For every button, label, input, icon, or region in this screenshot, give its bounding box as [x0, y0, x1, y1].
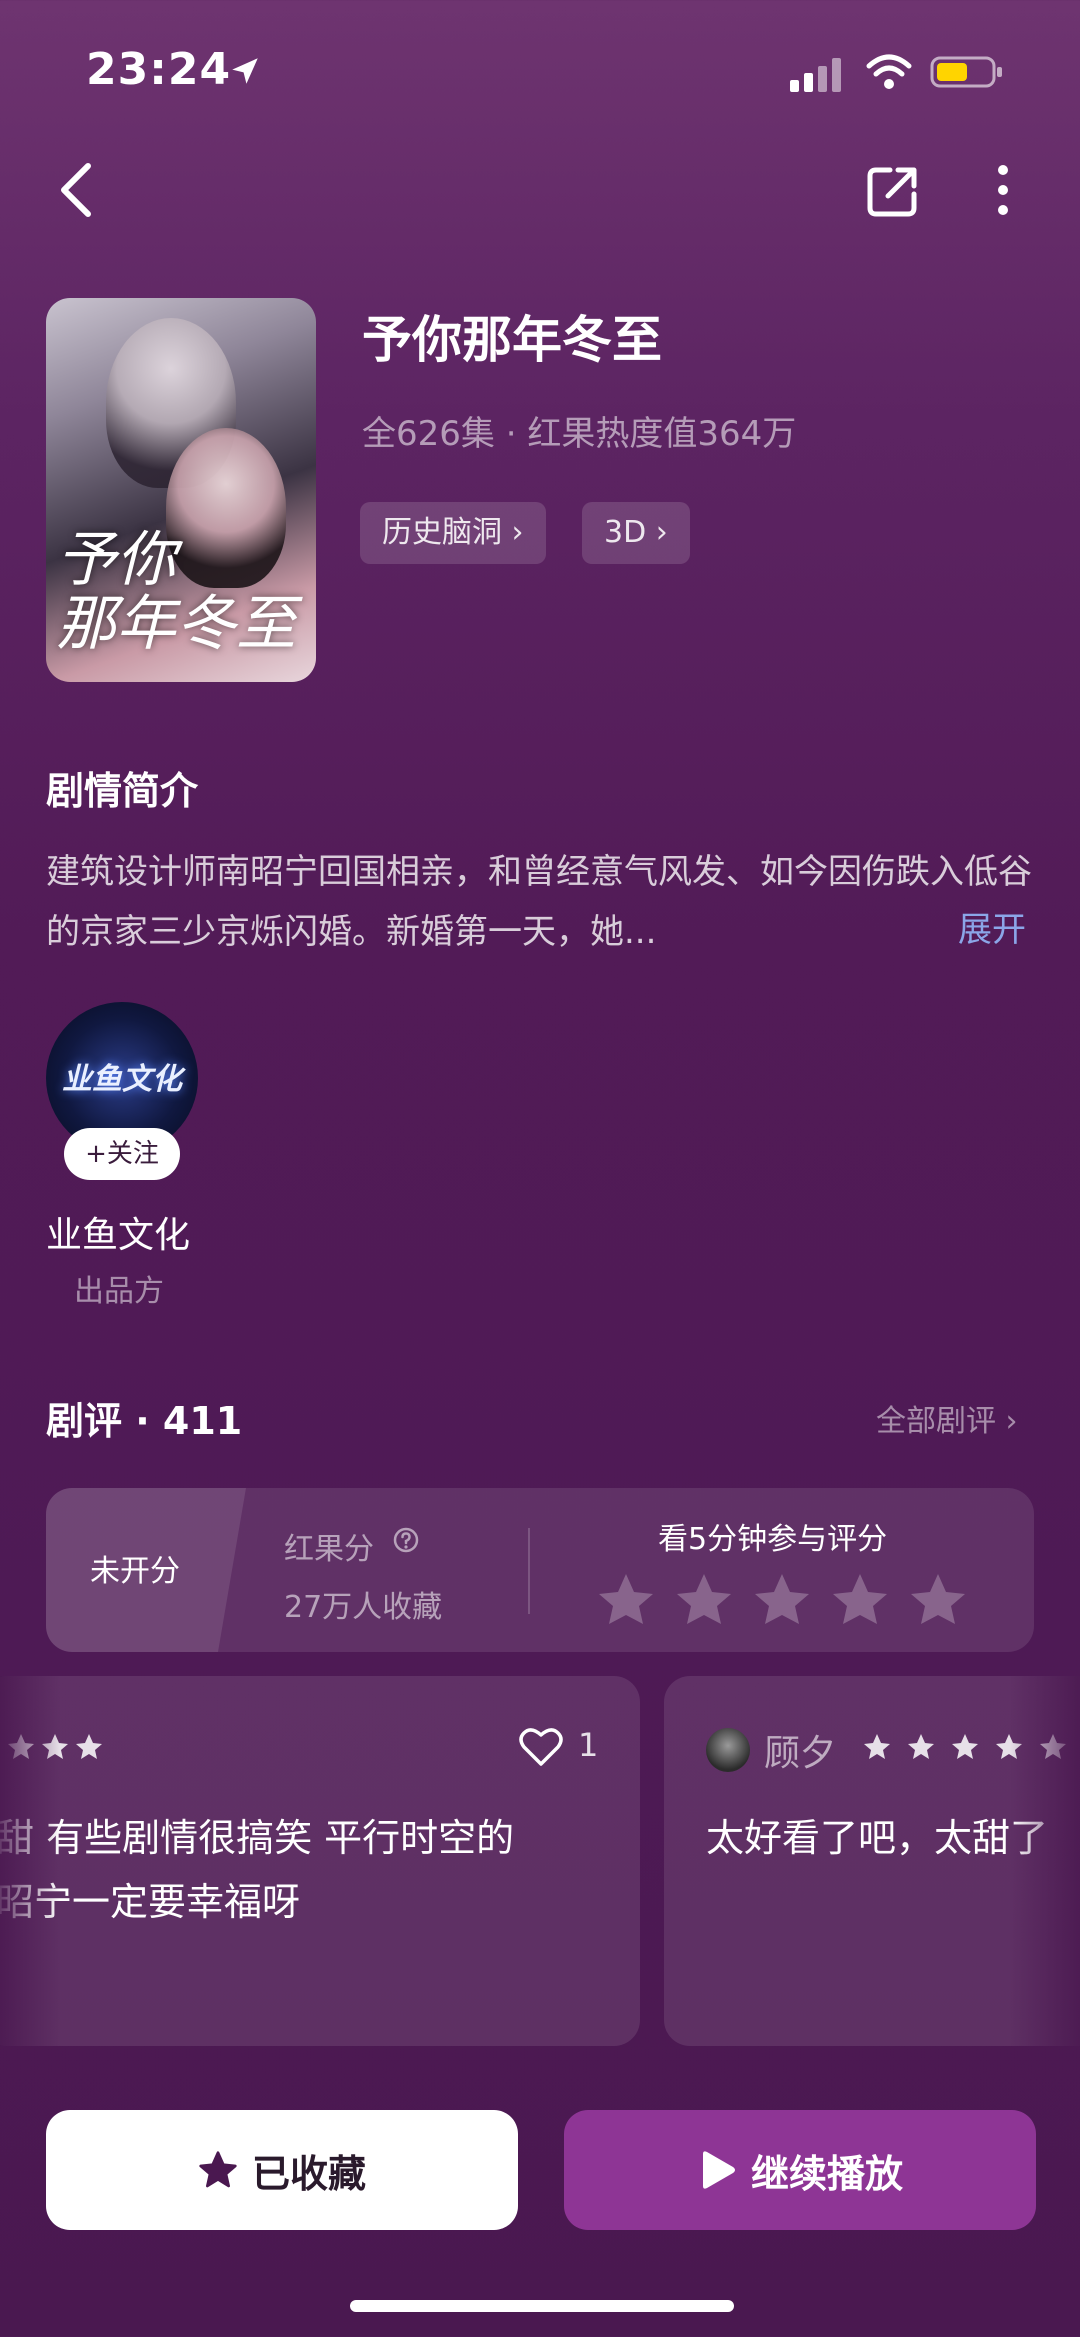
tag-history[interactable]: 历史脑洞 ›: [360, 502, 546, 564]
unrated-label: 未开分: [90, 1554, 180, 1589]
rating-star-icon: [911, 1574, 965, 1624]
rating-star-icon: [833, 1574, 887, 1624]
drama-title: 予你那年冬至: [362, 311, 662, 369]
rating-star-icon: [599, 1574, 653, 1624]
help-icon[interactable]: [392, 1526, 420, 1554]
star-filled-icon: [199, 2151, 237, 2188]
producer-logo-text: 业鱼文化: [62, 1062, 182, 1097]
continue-play-button[interactable]: 继续播放: [564, 2110, 1036, 2230]
saved-label: 已收藏: [251, 2151, 366, 2196]
synopsis-text: 建筑设计师南昭宁回国相亲，和曾经意气风发、如今因伤跌入低谷的京家三少京烁闪婚。新…: [46, 852, 1032, 952]
home-indicator[interactable]: [350, 2300, 734, 2312]
producer-role: 出品方: [74, 1274, 164, 1309]
scroll-fade: [1010, 1676, 1080, 2046]
synopsis-heading: 剧情简介: [46, 769, 199, 813]
rating-star-icon: [755, 1574, 809, 1624]
star-icon: [864, 1734, 890, 1759]
play-label: 继续播放: [750, 2151, 903, 2196]
wifi-icon: [866, 54, 912, 89]
star-icon: [908, 1734, 934, 1759]
review-text: 甜 有些剧情很搞笑 平行时空的 昭宁一定要幸福呀: [0, 1806, 640, 1934]
avatar[interactable]: [706, 1728, 750, 1772]
review-text: 太好看了吧，太甜了: [706, 1816, 1049, 1860]
divider: [528, 1528, 530, 1614]
review-card[interactable]: 1 甜 有些剧情很搞笑 平行时空的 昭宁一定要幸福呀: [0, 1676, 640, 2046]
reviews-heading: 剧评 · 411: [46, 1399, 243, 1443]
drama-meta: 全626集 · 红果热度值364万: [362, 414, 797, 454]
cellular-signal-icon: [790, 58, 841, 92]
all-reviews-link[interactable]: 全部剧评 ›: [876, 1396, 1018, 1440]
saved-button[interactable]: 已收藏: [46, 2110, 518, 2230]
heart-icon[interactable]: [518, 1726, 564, 1768]
follow-button[interactable]: +关注: [64, 1128, 180, 1180]
collect-count: 27万人收藏: [284, 1590, 443, 1625]
star-icon: [952, 1734, 978, 1759]
producer-name[interactable]: 业鱼文化: [46, 1206, 190, 1258]
rating-stars[interactable]: [596, 1568, 996, 1628]
review-text-line: 昭宁一定要幸福呀: [0, 1880, 301, 1924]
rating-prompt: 看5分钟参与评分: [658, 1522, 888, 1557]
scroll-fade: [0, 1676, 60, 2046]
rating-panel: 未开分 红果分 27万人收藏 看5分钟参与评分: [46, 1488, 1034, 1652]
score-label: 红果分: [284, 1532, 374, 1567]
poster-title-art: 予你 那年冬至: [56, 525, 296, 659]
review-text-line: 甜 有些剧情很搞笑 平行时空的: [0, 1816, 515, 1860]
like-count: 1: [578, 1726, 599, 1764]
location-arrow-icon: [232, 58, 258, 84]
reviewer-name[interactable]: 顾夕: [764, 1724, 836, 1776]
battery-icon: [930, 56, 1002, 88]
star-icon: [76, 1734, 102, 1759]
drama-poster[interactable]: 予你 那年冬至: [46, 298, 316, 682]
share-button[interactable]: [866, 162, 918, 218]
rating-star-icon: [677, 1574, 731, 1624]
play-icon: [702, 2151, 735, 2189]
tag-3d[interactable]: 3D ›: [582, 502, 690, 564]
back-button[interactable]: [56, 160, 96, 220]
more-options-button[interactable]: [986, 162, 1020, 218]
expand-link[interactable]: 展开: [958, 902, 1026, 951]
status-time: 23:24: [86, 44, 232, 95]
